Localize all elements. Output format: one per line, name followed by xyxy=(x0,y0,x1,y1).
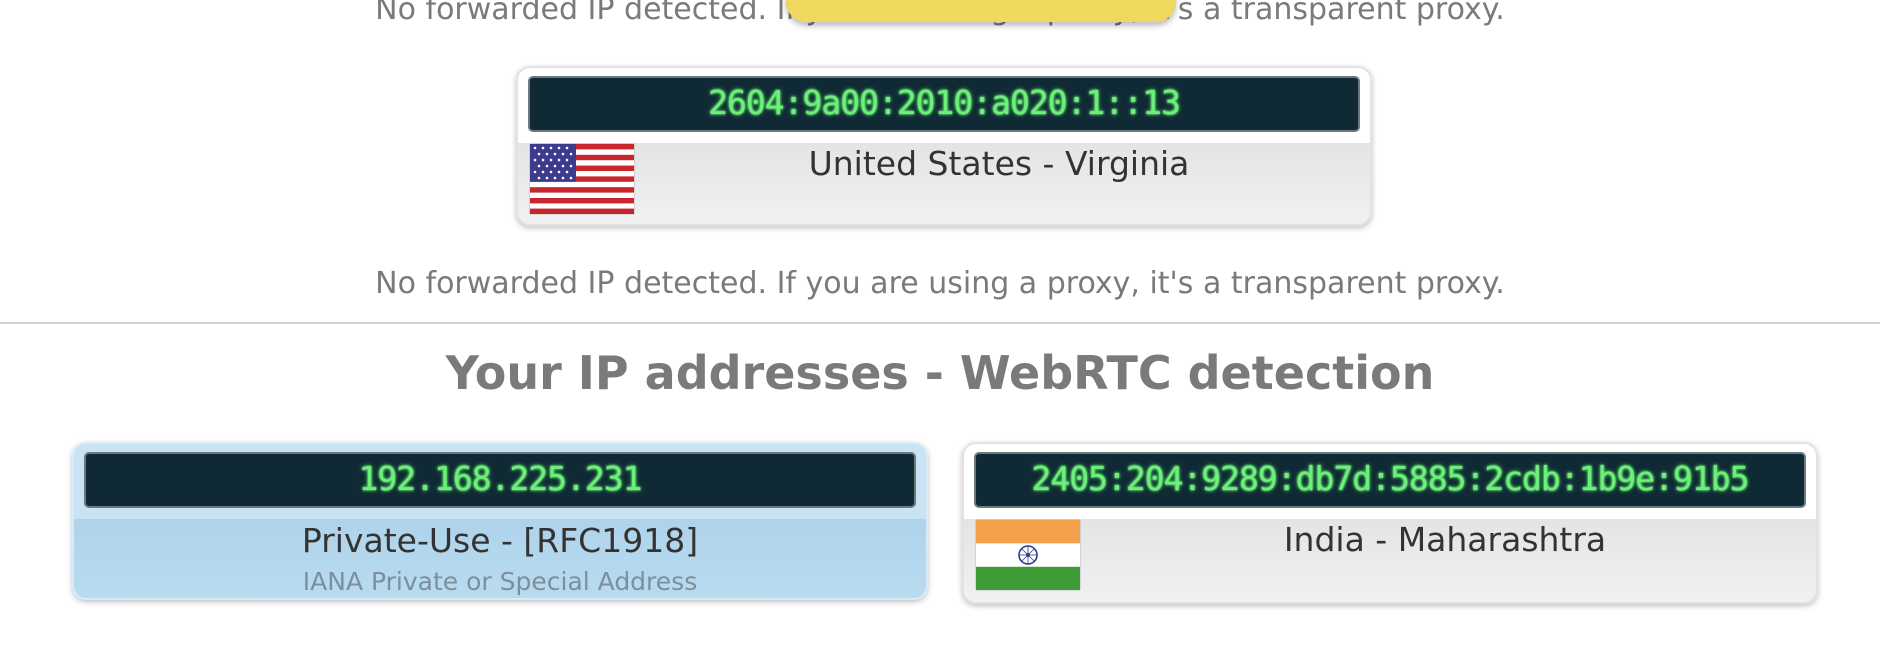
webrtc-public-ip-card: 2405:204:9289:db7d:5885:2cdb:1b9e:91b5 I… xyxy=(962,442,1818,604)
private-ip-label: Private-Use - [RFC1918] xyxy=(301,521,699,560)
page: No forwarded IP detected. If you are usi… xyxy=(0,0,1880,646)
ipv6-location: United States - Virginia xyxy=(808,144,1190,183)
ipv6-address-card: 2604:9a00:2010:a020:1::13 United States … xyxy=(516,66,1372,226)
webrtc-private-ip-card: 192.168.225.231 Private-Use - [RFC1918] … xyxy=(72,442,928,600)
ipv6-address-display[interactable]: 2604:9a00:2010:a020:1::13 xyxy=(528,76,1360,132)
us-flag-icon xyxy=(530,144,634,214)
india-flag-icon xyxy=(976,520,1080,590)
public-ip-location: India - Maharashtra xyxy=(1283,520,1607,559)
section-divider xyxy=(0,322,1880,324)
public-ip-display[interactable]: 2405:204:9289:db7d:5885:2cdb:1b9e:91b5 xyxy=(974,452,1806,508)
private-ip-sublabel: IANA Private or Special Address xyxy=(302,567,698,596)
webrtc-section-title: Your IP addresses - WebRTC detection xyxy=(445,346,1435,400)
notice-banner[interactable] xyxy=(786,0,1176,22)
forwarded-ip-notice: No forwarded IP detected. If you are usi… xyxy=(375,266,1505,301)
private-ip-display[interactable]: 192.168.225.231 xyxy=(84,452,916,508)
